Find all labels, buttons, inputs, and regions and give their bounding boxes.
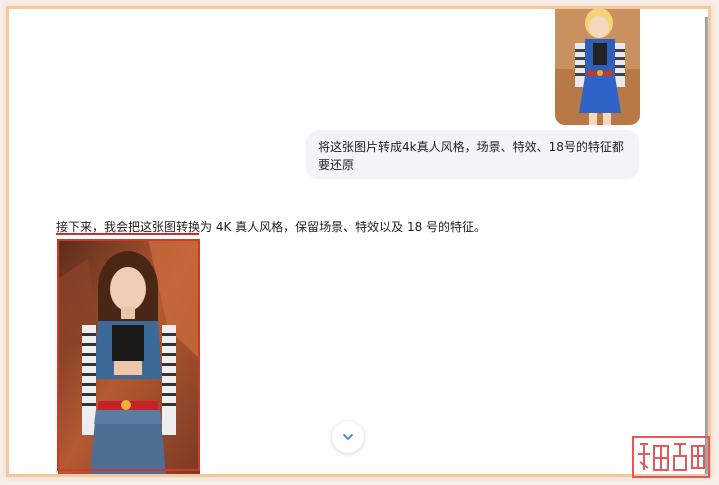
scroll-down-button[interactable] <box>332 421 364 453</box>
user-message-bubble: 将这张图片转成4k真人风格，场景、特效、18号的特征都要还原 <box>306 130 639 179</box>
text-highlight-underline <box>56 233 199 235</box>
window-edge <box>705 17 708 474</box>
anime-character-image <box>555 9 640 125</box>
realistic-character-image <box>58 239 200 474</box>
user-uploaded-image[interactable] <box>555 9 640 125</box>
assistant-message: 接下来，我会把这张图转换为 4K 真人风格，保留场景、特效以及 18 号的特征。 <box>56 219 486 235</box>
generated-image[interactable] <box>58 239 200 474</box>
user-message-text: 将这张图片转成4k真人风格，场景、特效、18号的特征都要还原 <box>318 140 624 172</box>
chevron-down-icon <box>343 434 353 440</box>
assistant-message-text: 接下来，我会把这张图转换为 4K 真人风格，保留场景、特效以及 18 号的特征。 <box>56 220 487 234</box>
chat-area: 将这张图片转成4k真人风格，场景、特效、18号的特征都要还原 接下来，我会把这张… <box>9 9 708 474</box>
watermark-glyph-icon <box>638 443 705 471</box>
screenshot-frame: 将这张图片转成4k真人风格，场景、特效、18号的特征都要还原 接下来，我会把这张… <box>6 6 711 477</box>
watermark-logo <box>632 436 710 478</box>
